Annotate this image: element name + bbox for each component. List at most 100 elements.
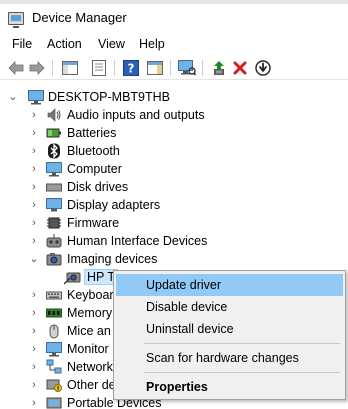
- context-menu: Update driver Disable device Uninstall d…: [113, 270, 346, 400]
- disk-drive-icon: [46, 179, 62, 195]
- expand-chevron-icon[interactable]: ›: [28, 234, 40, 248]
- tree-item-label: Mice an: [67, 324, 111, 338]
- expand-chevron-icon[interactable]: ›: [28, 378, 40, 392]
- display-adapter-icon: [46, 197, 62, 213]
- menu-item-label: Update driver: [146, 278, 222, 292]
- speaker-icon: [46, 107, 62, 123]
- battery-icon: [46, 125, 62, 141]
- tree-item-hid[interactable]: › Human Interface Devices: [0, 232, 348, 250]
- tree-item-label: Batteries: [67, 126, 117, 140]
- expand-chevron-icon[interactable]: ›: [28, 342, 40, 356]
- menu-separator: [144, 372, 340, 373]
- menu-scan-hardware[interactable]: Scan for hardware changes: [116, 347, 343, 369]
- window-title: Device Manager: [32, 10, 127, 25]
- menu-view[interactable]: View: [98, 37, 125, 51]
- memory-icon: [46, 305, 62, 321]
- expand-chevron-icon[interactable]: ›: [28, 126, 40, 140]
- scan-hardware-icon[interactable]: [178, 59, 196, 77]
- menu-item-label: Disable device: [146, 300, 228, 314]
- menu-update-driver[interactable]: Update driver: [116, 274, 343, 296]
- menu-bar: File Action View Help: [0, 34, 348, 54]
- computer-icon: [46, 161, 62, 177]
- tree-item-bluetooth[interactable]: › Bluetooth: [0, 142, 348, 160]
- disable-device-icon[interactable]: [254, 59, 272, 77]
- tree-item-label: Human Interface Devices: [67, 234, 208, 248]
- portable-devices-icon: [46, 395, 62, 409]
- bluetooth-icon: [46, 143, 62, 159]
- tree-item-batteries[interactable]: › Batteries: [0, 124, 348, 142]
- collapse-chevron-icon[interactable]: ⌄: [7, 90, 19, 104]
- menu-uninstall-device[interactable]: Uninstall device: [116, 318, 343, 340]
- tree-item-label: Keyboar: [67, 288, 114, 302]
- uninstall-device-icon[interactable]: [231, 59, 249, 77]
- tree-item-label: Disk drives: [67, 180, 129, 194]
- toolbar-separator: [170, 60, 171, 76]
- monitor-icon: [46, 341, 62, 357]
- update-driver-icon[interactable]: [210, 59, 228, 77]
- tree-item-firmware[interactable]: › Firmware: [0, 214, 348, 232]
- menu-item-label: Scan for hardware changes: [146, 351, 299, 365]
- other-devices-icon: !: [46, 377, 62, 393]
- hid-icon: [46, 233, 62, 249]
- help-icon[interactable]: ?: [122, 59, 140, 77]
- tree-item-label: Imaging devices: [67, 252, 158, 266]
- toolbar-separator: [52, 60, 53, 76]
- menu-item-label: Uninstall device: [146, 322, 234, 336]
- camera-icon: [63, 269, 81, 285]
- expand-chevron-icon[interactable]: ›: [28, 162, 40, 176]
- tree-item-label: Firmware: [67, 216, 120, 230]
- menu-item-label: Properties: [146, 380, 208, 394]
- keyboard-icon: [46, 287, 62, 303]
- expand-chevron-icon[interactable]: ›: [28, 306, 40, 320]
- tree-item-disk-drives[interactable]: › Disk drives: [0, 178, 348, 196]
- properties-icon[interactable]: [90, 59, 108, 77]
- tree-item-label: Bluetooth: [67, 144, 120, 158]
- svg-text:!: !: [57, 386, 60, 393]
- menu-file[interactable]: File: [12, 37, 32, 51]
- back-icon[interactable]: [7, 59, 25, 77]
- tree-item-audio[interactable]: › Audio inputs and outputs: [0, 106, 348, 124]
- network-icon: [46, 359, 62, 375]
- svg-text:?: ?: [128, 62, 135, 76]
- tree-item-label: Display adapters: [67, 198, 161, 212]
- mouse-icon: [46, 323, 62, 339]
- tree-root-label: DESKTOP-MBT9THB: [48, 90, 171, 104]
- menu-action[interactable]: Action: [47, 37, 82, 51]
- expand-chevron-icon[interactable]: ›: [28, 288, 40, 302]
- expand-chevron-icon[interactable]: ›: [28, 198, 40, 212]
- menu-properties[interactable]: Properties: [116, 376, 343, 398]
- tree-item-display-adapters[interactable]: › Display adapters: [0, 196, 348, 214]
- tree-item-imaging-devices[interactable]: ⌄ Imaging devices: [0, 250, 348, 268]
- expand-chevron-icon[interactable]: ›: [28, 216, 40, 230]
- computer-icon: [28, 89, 44, 105]
- tree-item-label: Audio inputs and outputs: [67, 108, 205, 122]
- expand-chevron-icon[interactable]: ›: [28, 396, 40, 409]
- expand-chevron-icon[interactable]: ›: [28, 324, 40, 338]
- tree-item-label: Memory: [67, 306, 113, 320]
- menu-separator: [144, 343, 340, 344]
- title-bar[interactable]: Device Manager: [0, 4, 348, 32]
- expand-chevron-icon[interactable]: ›: [28, 144, 40, 158]
- tree-item-computer[interactable]: › Computer: [0, 160, 348, 178]
- device-manager-window: Device Manager File Action View Help ? ⌄…: [0, 0, 348, 409]
- camera-icon: [46, 251, 62, 267]
- tree-item-label: Monitor: [67, 342, 109, 356]
- menu-help[interactable]: Help: [139, 37, 165, 51]
- expand-chevron-icon[interactable]: ›: [28, 108, 40, 122]
- expand-chevron-icon[interactable]: ›: [28, 360, 40, 374]
- device-manager-app-icon: [8, 12, 24, 28]
- tree-item-label: Network: [67, 360, 113, 374]
- tree-item-label: Other de: [67, 378, 116, 392]
- collapse-chevron-icon[interactable]: ⌄: [28, 252, 40, 266]
- tree-item-label: Computer: [67, 162, 122, 176]
- firmware-icon: [46, 215, 62, 231]
- expand-chevron-icon[interactable]: ›: [28, 180, 40, 194]
- toolbar-separator: [114, 60, 115, 76]
- tree-root[interactable]: ⌄ DESKTOP-MBT9THB: [0, 88, 348, 106]
- menu-disable-device[interactable]: Disable device: [116, 296, 343, 318]
- toolbar-separator: [202, 60, 203, 76]
- toolbar: ?: [0, 56, 348, 80]
- show-hide-tree-icon[interactable]: [61, 59, 79, 77]
- action-pane-icon[interactable]: [146, 59, 164, 77]
- forward-icon[interactable]: [28, 59, 46, 77]
